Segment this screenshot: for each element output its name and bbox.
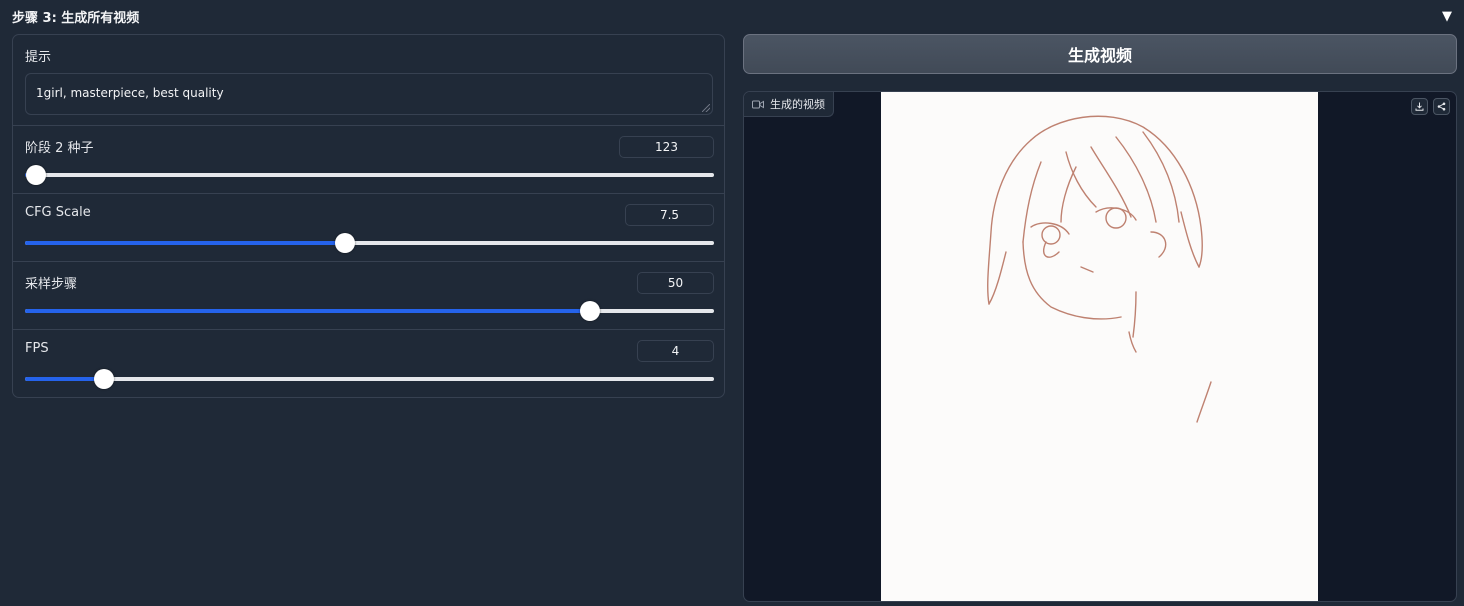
seed-slider-thumb[interactable] [26, 165, 47, 185]
video-label: 生成的视频 [744, 92, 834, 117]
fps-slider[interactable] [25, 369, 714, 389]
cfg-slider-fill [25, 241, 346, 245]
video-label-text: 生成的视频 [770, 98, 825, 111]
prompt-label: 提示 [25, 50, 52, 65]
slider-block-cfg: CFG Scale 7.5 [13, 193, 724, 262]
prompt-block: 提示 1girl, masterpiece, best quality [13, 35, 724, 125]
sketch-girl-frame [881, 92, 1318, 601]
generate-video-button[interactable]: 生成视频 [743, 34, 1457, 74]
slider-block-seed: 阶段 2 种子 123 [13, 125, 724, 194]
seed-label: 阶段 2 种子 [25, 141, 94, 156]
accordion-header[interactable]: 步骤 3: 生成所有视频 ▼ [12, 6, 1456, 26]
collapse-triangle-icon[interactable]: ▼ [1442, 9, 1452, 24]
video-player[interactable] [881, 92, 1318, 601]
share-icon [1437, 102, 1446, 111]
download-icon [1415, 102, 1424, 111]
video-output-panel: 生成的视频 [743, 91, 1457, 602]
share-button[interactable] [1433, 98, 1450, 115]
steps-number-input[interactable]: 50 [637, 272, 714, 294]
steps-slider-thumb[interactable] [579, 301, 600, 321]
steps-slider-fill [25, 309, 590, 313]
video-camera-icon [752, 100, 764, 108]
fps-slider-fill [25, 377, 104, 381]
resize-handle[interactable] [702, 104, 710, 112]
fps-number-input[interactable]: 4 [637, 340, 714, 362]
cfg-number-input[interactable]: 7.5 [625, 204, 714, 226]
seed-slider[interactable] [25, 165, 714, 185]
prompt-text: 1girl, masterpiece, best quality [36, 86, 224, 100]
slider-block-steps: 采样步骤 50 [13, 261, 724, 330]
fps-label: FPS [25, 341, 49, 356]
cfg-slider-thumb[interactable] [335, 233, 356, 253]
parameters-panel: 提示 1girl, masterpiece, best quality 阶段 2… [12, 34, 725, 398]
download-button[interactable] [1411, 98, 1428, 115]
accordion-title: 步骤 3: 生成所有视频 [12, 10, 140, 26]
slider-block-fps: FPS 4 [13, 329, 724, 398]
cfg-slider[interactable] [25, 233, 714, 253]
prompt-textarea[interactable]: 1girl, masterpiece, best quality [25, 73, 713, 115]
video-actions [1411, 98, 1450, 115]
fps-slider-thumb[interactable] [93, 369, 114, 389]
steps-slider[interactable] [25, 301, 714, 321]
cfg-label: CFG Scale [25, 205, 91, 220]
seed-number-input[interactable]: 123 [619, 136, 714, 158]
steps-label: 采样步骤 [25, 277, 78, 292]
